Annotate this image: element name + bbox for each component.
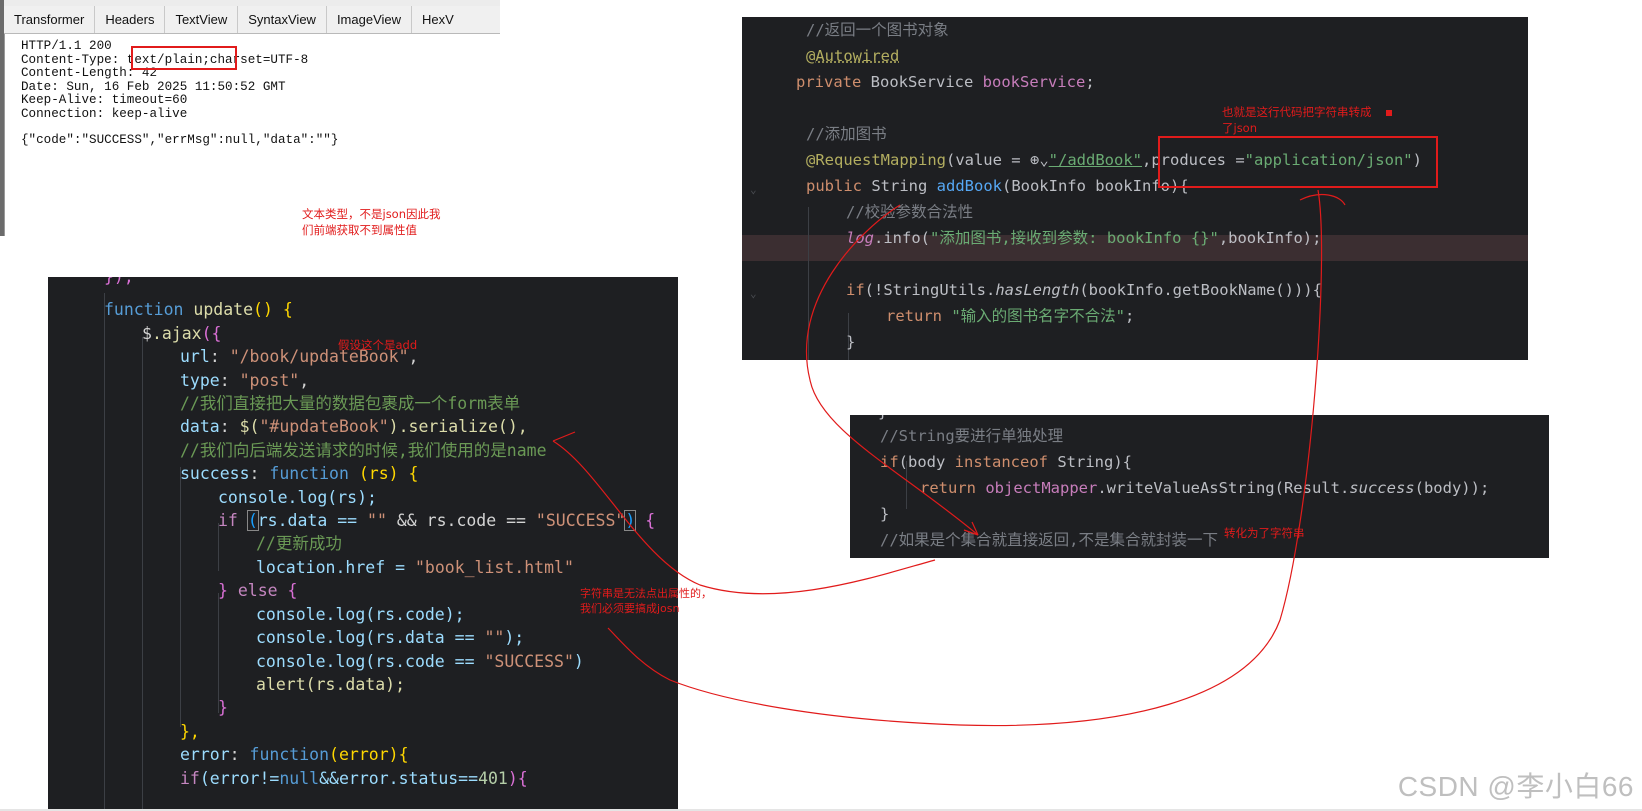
tab-transformer[interactable]: Transformer [4, 6, 96, 33]
annotation-this-line-json: 也就是这行代码把字符串转成了json [1222, 105, 1372, 135]
code-comment: //如果是个集合就直接返回,不是集合就封装一下 [880, 531, 1218, 549]
tab-textview[interactable]: TextView [165, 6, 239, 33]
code-line: }, [180, 721, 200, 741]
inspector-tabs: Transformer Headers TextView SyntaxView … [4, 6, 500, 34]
tab-hexview[interactable]: HexV [412, 6, 458, 33]
content-length-header: Content-Length: 42 [21, 66, 158, 80]
code-line: } [846, 333, 856, 351]
code-comment: //校验参数合法性 [846, 203, 974, 221]
tab-imageview[interactable]: ImageView [327, 6, 413, 33]
code-line: return "输入的图书名字不合法"; [886, 307, 1135, 325]
code-line: console.log(rs.code); [256, 604, 465, 624]
status-line: HTTP/1.1 200 [21, 39, 112, 53]
code-comment: //String要进行单独处理 [880, 427, 1064, 445]
annotation-to-string: 转化为了字符串 [1224, 526, 1305, 540]
annotation-string-no-props: 字符串是无法点出属性的，我们必须要搞成josn [580, 587, 712, 615]
response-body: {"code":"SUCCESS","errMsg":null,"data":"… [21, 133, 339, 147]
csdn-watermark: CSDN @李小白66 [1397, 771, 1634, 802]
globe-icon[interactable]: ⊕ [1030, 151, 1039, 169]
produces-json-highlight-box [1158, 136, 1438, 188]
code-line: @Autowired [806, 47, 900, 65]
code-line: console.log(rs.code == "SUCCESS") [256, 651, 584, 671]
code-comment: //返回一个图书对象 [806, 21, 949, 39]
java-controller-editor[interactable]: ⌄ ⌄ //返回一个图书对象 @Autowired private BookSe… [742, 17, 1528, 360]
annotation-assume-add: 假设这个是add [338, 338, 418, 352]
tab-syntaxview[interactable]: SyntaxView [238, 6, 327, 33]
tab-headers[interactable]: Headers [95, 6, 166, 33]
code-line: success: function (rs) { [180, 464, 419, 484]
code-line: data: $("#updateBook").serialize(), [180, 417, 528, 437]
code-line: location.href = "book_list.html" [256, 557, 574, 577]
code-line: if(error!=null&&error.status==401){ [180, 768, 528, 788]
code-line: if(!StringUtils.hasLength(bookInfo.getBo… [846, 281, 1322, 299]
code-line: log.info("添加图书,接收到参数: bookInfo {}",bookI… [846, 229, 1322, 247]
connection-header: Connection: keep-alive [21, 106, 188, 121]
code-line: console.log(rs.data == ""); [256, 628, 525, 648]
keep-alive-header: Keep-Alive: timeout=60 [21, 93, 188, 107]
annotation-text-type: 文本类型，不是json因此我们前端获取不到属性值 [302, 207, 441, 237]
code-line: } [850, 415, 1489, 423]
java-advice-editor[interactable]: } //String要进行单独处理 if(body instanceof Str… [850, 415, 1549, 558]
date-header: Date: Sun, 16 Feb 2025 11:50:52 GMT [21, 79, 286, 94]
code-line: alert(rs.data); [256, 674, 406, 694]
js-code-editor[interactable]: }); function update() { $.ajax({ url: "/… [48, 277, 678, 810]
code-line: function update() { [104, 300, 293, 320]
response-inspector: Transformer Headers TextView SyntaxView … [0, 0, 500, 236]
content-type-header: Content-Type: text/plain;charset=UTF-8 [21, 52, 309, 67]
code-line: if(body instanceof String){ [880, 453, 1132, 471]
code-line: } [218, 698, 228, 718]
code-comment: //我们直接把大量的数据包裹成一个form表单 [180, 394, 521, 414]
code-line: if (rs.data == "" && rs.code == "SUCCESS… [218, 510, 656, 532]
content-type-highlight-box [131, 46, 237, 70]
code-line: type: "post", [180, 370, 310, 390]
code-line: console.log(rs); [218, 487, 377, 507]
code-line: error: function(error){ [180, 745, 409, 765]
code-line: } else { [218, 581, 298, 601]
code-line: }); [66, 277, 655, 288]
code-comment: //我们向后端发送请求的时候,我们使用的是name [180, 440, 547, 460]
code-comment: //更新成功 [256, 534, 342, 554]
code-line: } [880, 505, 890, 523]
code-line: return objectMapper.writeValueAsString(R… [920, 479, 1490, 497]
code-line: private BookService bookService; [796, 73, 1095, 91]
annotation-dot [1386, 110, 1392, 116]
